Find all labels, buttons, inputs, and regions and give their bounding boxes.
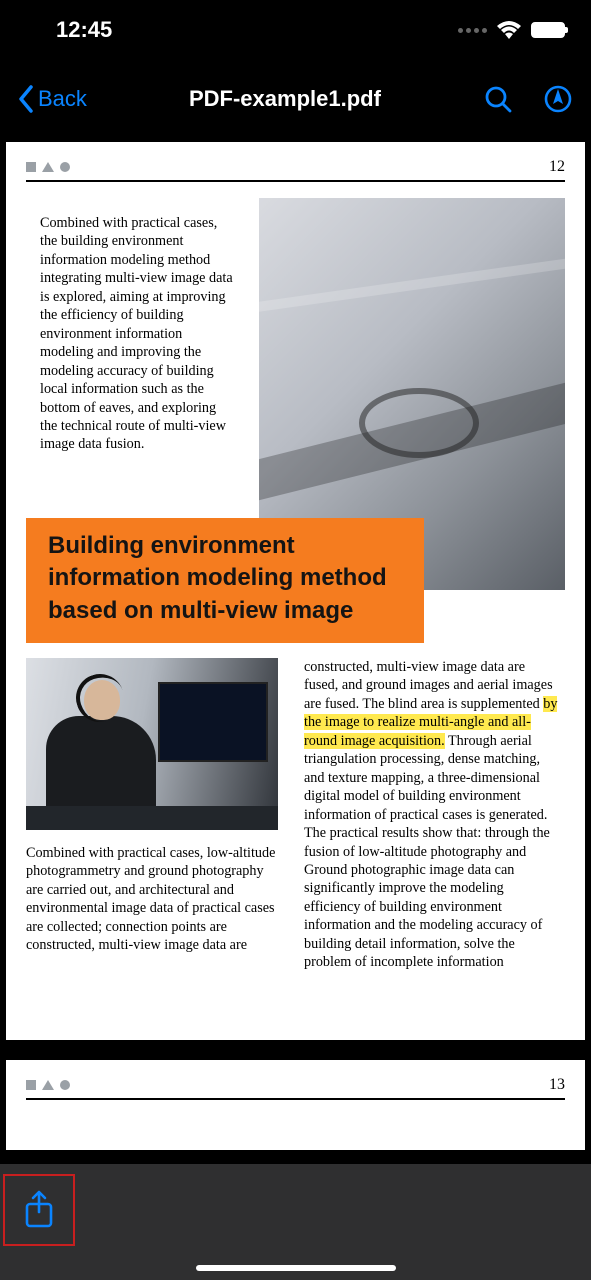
battery-icon [531,22,565,38]
share-icon [23,1190,55,1230]
page-number: 13 [549,1076,565,1094]
status-bar: 12:45 [0,0,591,60]
share-button[interactable] [3,1174,75,1246]
back-button[interactable]: Back [18,85,87,113]
bottom-toolbar [0,1164,591,1280]
chevron-left-icon [18,85,34,113]
article-title: Building environment information modelin… [26,518,424,643]
workstation-image [26,658,278,830]
page-header: 13 [26,1076,565,1100]
right-column-text: constructed, multi-view image data are f… [304,658,562,972]
page-header: 12 [26,158,565,182]
logo-shapes-icon [26,162,70,172]
intro-paragraph: Combined with practical cases, the build… [40,214,236,454]
document-viewport[interactable]: 12 Combined with practical cases, the bu… [0,138,591,1280]
annotate-icon[interactable] [543,84,573,114]
pdf-page-12: 12 Combined with practical cases, the bu… [6,142,585,1040]
logo-shapes-icon [26,1080,70,1090]
right-text-b: Through aerial triangulation processing,… [304,733,550,970]
document-title: PDF-example1.pdf [189,86,381,112]
status-time: 12:45 [56,17,112,43]
left-column-text: Combined with practical cases, low-altit… [26,844,284,955]
cellular-dots-icon [458,28,487,33]
status-right [458,21,565,39]
wifi-icon [497,21,521,39]
right-text-a: constructed, multi-view image data are f… [304,659,553,712]
search-icon[interactable] [483,84,513,114]
nav-bar: Back PDF-example1.pdf [0,60,591,138]
page-number: 12 [549,158,565,176]
back-label: Back [38,86,87,112]
home-indicator[interactable] [196,1265,396,1271]
pdf-page-13: 13 [6,1060,585,1150]
